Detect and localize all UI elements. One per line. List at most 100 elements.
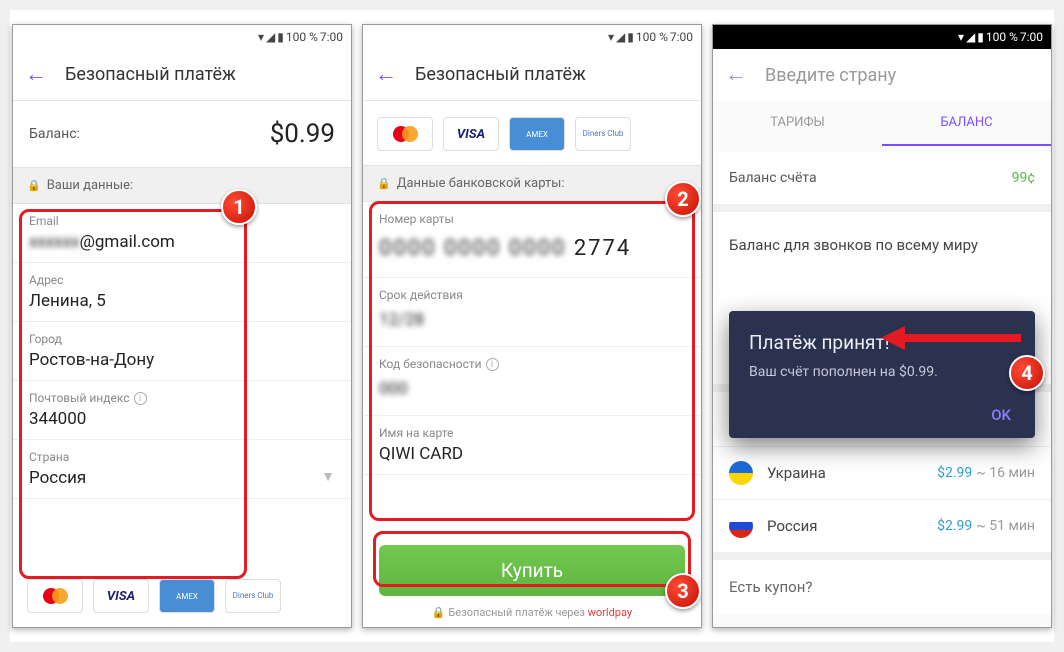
balance-label: Баланс: — [29, 126, 80, 142]
battery-text: 100 % — [286, 30, 318, 44]
wifi-icon: ▾ — [958, 30, 964, 44]
status-bar: ▾ ◢ ▮ 100 % 7:00 — [13, 25, 351, 49]
field-value: 12/28 — [379, 310, 685, 330]
page-title: Введите страну — [765, 65, 896, 86]
field-country[interactable]: Страна Россия ▼ — [13, 440, 351, 499]
signal-icon: ◢ — [966, 30, 975, 44]
field-label: Срок действия — [379, 288, 685, 302]
page-title: Безопасный платёж — [65, 64, 236, 85]
signal-icon: ◢ — [616, 30, 625, 44]
field-zip[interactable]: Почтовый индекс i 344000 — [13, 381, 351, 440]
secure-footer: 🔒 Безопасный платёж через worldpay — [363, 602, 701, 627]
balance-value: $0.99 — [270, 119, 335, 149]
screenshot-2: ▾ ◢ ▮ 100 % 7:00 ← Безопасный платёж VIS… — [362, 24, 702, 628]
field-city[interactable]: Город Ростов-на-Дону — [13, 322, 351, 381]
buy-button[interactable]: Купить — [379, 545, 685, 596]
country-price: $2.99 — [937, 465, 972, 481]
field-expiry[interactable]: Срок действия 12/28 — [363, 278, 701, 347]
diners-icon: Diners Club — [575, 117, 631, 151]
country-mins: ~ 16 мин — [976, 465, 1035, 481]
coupon-row[interactable]: Есть купон? — [713, 552, 1051, 614]
clock: 7:00 — [670, 30, 693, 44]
clock: 7:00 — [1020, 30, 1043, 44]
tabs: ТАРИФЫ БАЛАНС — [713, 101, 1051, 146]
field-value: xxxxxx@gmail.com — [29, 232, 335, 252]
field-label: Почтовый индекс i — [29, 391, 335, 405]
info-icon[interactable]: i — [486, 358, 499, 371]
card-logos: VISA AMEX Diners Club — [13, 571, 351, 627]
battery-icon: ▮ — [977, 30, 984, 44]
battery-icon: ▮ — [627, 30, 634, 44]
account-balance-label: Баланс счёта — [729, 170, 817, 186]
field-label: Имя на карте — [379, 426, 685, 440]
flag-ukraine-icon — [729, 461, 753, 485]
mastercard-icon — [27, 579, 83, 613]
country-price: $2.99 — [937, 518, 972, 534]
field-value: Ленина, 5 — [29, 291, 335, 311]
dialog-message: Ваш счёт пополнен на $0.99. — [749, 364, 1015, 380]
annotation-arrow — [881, 323, 1031, 353]
form-card: Номер карты 0000 0000 0000 2774 Срок дей… — [363, 202, 701, 533]
wifi-icon: ▾ — [608, 30, 614, 44]
wifi-icon: ▾ — [258, 30, 264, 44]
battery-text: 100 % — [636, 30, 668, 44]
field-value: 0000 0000 0000 2774 — [379, 236, 685, 261]
lock-icon: 🔒 — [432, 606, 446, 619]
annotation-badge-2: 2 — [665, 181, 701, 217]
back-icon[interactable]: ← — [725, 64, 747, 86]
back-icon[interactable]: ← — [25, 64, 47, 86]
field-card-number[interactable]: Номер карты 0000 0000 0000 2774 — [363, 202, 701, 278]
field-value: Россия — [29, 468, 86, 488]
back-icon[interactable]: ← — [375, 64, 397, 86]
tab-tariffs[interactable]: ТАРИФЫ — [713, 101, 882, 146]
field-label: Страна — [29, 450, 335, 464]
annotation-badge-1: 1 — [221, 189, 257, 225]
diners-icon: Diners Club — [225, 579, 281, 613]
section-your-data: 🔒 Ваши данные: — [13, 167, 351, 204]
app-bar: ← Введите страну — [713, 49, 1051, 101]
visa-icon: VISA — [93, 579, 149, 613]
screenshot-1: ▾ ◢ ▮ 100 % 7:00 ← Безопасный платёж Бал… — [12, 24, 352, 628]
lock-icon: 🔒 — [27, 179, 41, 192]
clock: 7:00 — [320, 30, 343, 44]
country-row-ukraine[interactable]: Украина $2.99 ~ 16 мин — [713, 446, 1051, 499]
battery-icon: ▮ — [277, 30, 284, 44]
page-title: Безопасный платёж — [415, 64, 586, 85]
field-label: Номер карты — [379, 212, 685, 226]
tab-balance[interactable]: БАЛАНС — [882, 101, 1051, 146]
field-cvc[interactable]: Код безопасности i 000 — [363, 347, 701, 416]
visa-icon: VISA — [443, 117, 499, 151]
mastercard-icon — [377, 117, 433, 151]
field-email[interactable]: Email xxxxxx@gmail.com — [13, 204, 351, 263]
amex-icon: AMEX — [159, 579, 215, 613]
field-label: Город — [29, 332, 335, 346]
field-value: 000 — [379, 379, 685, 399]
form-your-data: Email xxxxxx@gmail.com Адрес Ленина, 5 Г… — [13, 204, 351, 571]
account-balance-row: Баланс счёта 99¢ — [713, 152, 1051, 204]
country-name: Украина — [767, 464, 826, 482]
country-mins: ~ 51 мин — [976, 518, 1035, 534]
balance-row: Баланс: $0.99 — [13, 101, 351, 167]
lock-icon: 🔒 — [377, 177, 391, 190]
app-bar: ← Безопасный платёж — [363, 49, 701, 101]
field-label: Адрес — [29, 273, 335, 287]
country-row-russia[interactable]: Россия $2.99 ~ 51 мин — [713, 499, 1051, 552]
dialog-ok-button[interactable]: OK — [749, 400, 1015, 430]
world-calls-title: Баланс для звонков по всему миру — [713, 204, 1051, 266]
annotation-badge-3: 3 — [665, 573, 701, 609]
battery-text: 100 % — [986, 30, 1018, 44]
field-label: Код безопасности i — [379, 357, 685, 371]
section-card-data: 🔒 Данные банковской карты: — [363, 165, 701, 202]
app-bar: ← Безопасный платёж — [13, 49, 351, 101]
field-address[interactable]: Адрес Ленина, 5 — [13, 263, 351, 322]
field-name-on-card[interactable]: Имя на карте QIWI CARD — [363, 416, 701, 475]
field-value: QIWI CARD — [379, 444, 685, 464]
signal-icon: ◢ — [266, 30, 275, 44]
card-logos: VISA AMEX Diners Club — [363, 101, 701, 165]
country-name: Россия — [767, 517, 818, 535]
chevron-down-icon[interactable]: ▼ — [321, 468, 335, 485]
amex-icon: AMEX — [509, 117, 565, 151]
info-icon[interactable]: i — [134, 392, 147, 405]
account-balance-value: 99¢ — [1012, 170, 1035, 186]
screenshot-3: ▾ ◢ ▮ 100 % 7:00 ← Введите страну ТАРИФЫ… — [712, 24, 1052, 628]
